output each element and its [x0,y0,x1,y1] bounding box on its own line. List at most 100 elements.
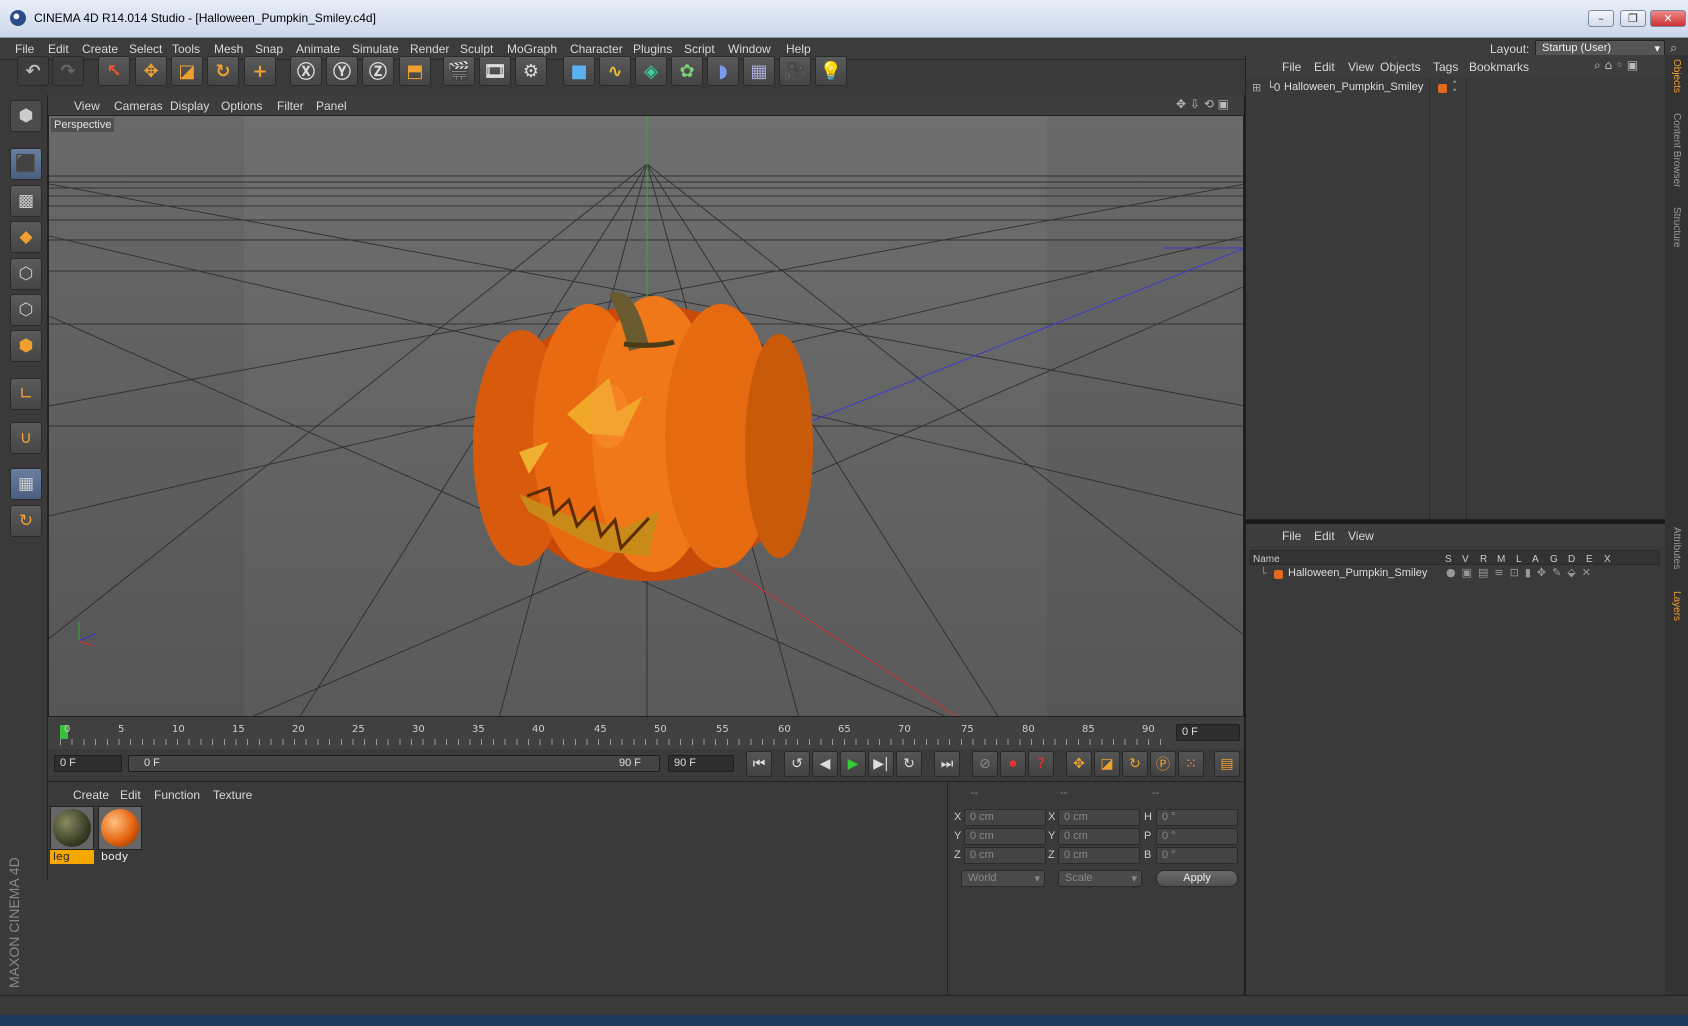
layer-menu-edit[interactable]: Edit [1314,529,1335,543]
viewport-menu-display[interactable]: Display [170,99,209,113]
layer-flag-icons[interactable]: ●▣▤≡⊡▮✥✎⬙✕ [1446,566,1597,579]
camera-icon[interactable]: 🎥 [779,56,811,86]
z-axis-lock-icon[interactable]: Ⓩ [362,56,394,86]
column-name[interactable]: Name [1253,554,1280,565]
current-frame-field[interactable]: 0 F [1176,724,1240,741]
column-animation[interactable]: A [1532,554,1539,565]
column-expressions[interactable]: E [1586,554,1593,565]
key-position-icon[interactable]: ✥ [1066,751,1092,777]
rotate-tool-icon[interactable]: ↻ [207,56,239,86]
size-y-field[interactable]: 0 cm [1058,828,1140,845]
size-z-field[interactable]: 0 cm [1058,847,1140,864]
expand-icon[interactable]: ⊞ [1252,81,1261,94]
transform-mode-dropdown[interactable]: Scale ▾ [1058,870,1142,887]
viewport-nav-icons[interactable]: ✥ ⇩ ⟲ ▣ [1176,97,1229,111]
object-manager-tools-icon[interactable]: ⌕ ⌂ ◦ ▣ [1594,58,1638,73]
tab-layers[interactable]: Layers [1671,591,1682,621]
play-icon[interactable]: ▶ [840,751,866,777]
column-view[interactable]: V [1462,554,1469,565]
column-generators[interactable]: G [1550,554,1558,565]
viewport-menu-options[interactable]: Options [221,99,262,113]
restore-button[interactable]: ❐ [1620,10,1646,27]
material-menu-function[interactable]: Function [154,788,200,802]
menu-window[interactable]: Window [728,42,771,56]
object-menu-edit[interactable]: Edit [1314,60,1335,74]
key-rotation-icon[interactable]: ↻ [1122,751,1148,777]
menu-render[interactable]: Render [410,42,449,56]
magnet-icon[interactable]: ∪ [10,422,42,454]
coordinate-mode-dropdown[interactable]: World ▾ [961,870,1045,887]
column-solo[interactable]: S [1445,554,1452,565]
menu-character[interactable]: Character [570,42,623,56]
tab-structure[interactable]: Structure [1671,207,1682,248]
live-selection-icon[interactable]: ↖ [98,56,130,86]
model-mode-icon[interactable]: ⬛ [10,148,42,180]
layer-color-swatch[interactable] [1274,570,1283,579]
render-settings-icon[interactable]: ⚙ [515,56,547,86]
menu-help[interactable]: Help [786,42,811,56]
cube-primitive-icon[interactable]: ■ [563,56,595,86]
object-menu-objects[interactable]: Objects [1380,60,1421,74]
workplane-mode-icon[interactable]: ◆ [10,221,42,253]
menu-edit[interactable]: Edit [48,42,69,56]
key-parameter-icon[interactable]: Ⓟ [1150,751,1176,777]
start-frame-field[interactable]: 0 F [54,755,122,772]
menu-mograph[interactable]: MoGraph [507,42,557,56]
light-icon[interactable]: 💡 [815,56,847,86]
texture-mode-icon[interactable]: ▩ [10,185,42,217]
pos-y-field[interactable]: 0 cm [964,828,1046,845]
material-menu-create[interactable]: Create [73,788,109,802]
menu-select[interactable]: Select [129,42,162,56]
menu-tools[interactable]: Tools [172,42,200,56]
make-editable-icon[interactable]: ⬢ [10,100,42,132]
menu-snap[interactable]: Snap [255,42,283,56]
material-menu-edit[interactable]: Edit [120,788,141,802]
search-icon[interactable]: ⌕ [1670,41,1677,56]
floor-scene-icon[interactable]: ▦ [743,56,775,86]
object-menu-view[interactable]: View [1348,60,1374,74]
rot-b-field[interactable]: 0 ° [1156,847,1238,864]
rot-h-field[interactable]: 0 ° [1156,809,1238,826]
size-x-field[interactable]: 0 cm [1058,809,1140,826]
record-active-icon[interactable]: ⊘ [972,751,998,777]
viewport-menu-cameras[interactable]: Cameras [114,99,163,113]
points-mode-icon[interactable]: ⬡ [10,258,42,290]
tab-attributes[interactable]: Attributes [1671,527,1682,569]
autokey-icon[interactable]: ⏺ [1000,751,1026,777]
menu-script[interactable]: Script [684,42,715,56]
column-deformers[interactable]: D [1568,554,1575,565]
pos-x-field[interactable]: 0 cm [964,809,1046,826]
viewport-menu-view[interactable]: View [74,99,100,113]
x-axis-lock-icon[interactable]: Ⓧ [290,56,322,86]
menu-plugins[interactable]: Plugins [633,42,672,56]
add-tool-icon[interactable]: + [244,56,276,86]
menu-create[interactable]: Create [82,42,118,56]
layer-row[interactable]: └ Halloween_Pumpkin_Smiley ●▣▤≡⊡▮✥✎⬙✕ [1250,566,1660,582]
column-xref[interactable]: X [1604,554,1611,565]
render-view-icon[interactable]: 🎬 [443,56,475,86]
column-render[interactable]: R [1480,554,1487,565]
nurbs-icon[interactable]: ◈ [635,56,667,86]
render-picture-viewer-icon[interactable]: 🎞 [479,56,511,86]
layer-menu-file[interactable]: File [1282,529,1301,543]
soft-selection-icon[interactable]: ↻ [10,505,42,537]
column-manager[interactable]: M [1497,554,1505,565]
minimize-button[interactable]: – [1588,10,1614,27]
close-button[interactable]: ✕ [1650,10,1686,27]
column-locked[interactable]: L [1516,554,1522,565]
key-scale-icon[interactable]: ◪ [1094,751,1120,777]
next-frame-icon[interactable]: ▶| [868,751,894,777]
scale-tool-icon[interactable]: ◪ [171,56,203,86]
deformer-icon[interactable]: ◗ [707,56,739,86]
object-row[interactable]: ⊞ └0 Halloween_Pumpkin_Smiley • • [1246,78,1666,98]
spline-icon[interactable]: ∿ [599,56,631,86]
menu-file[interactable]: File [15,42,34,56]
frame-range-slider[interactable]: 0 F 90 F [128,755,660,772]
edges-mode-icon[interactable]: ⬡ [10,294,42,326]
visibility-dots[interactable]: • • [1452,79,1457,96]
apply-button[interactable]: Apply [1156,870,1238,887]
object-menu-bookmarks[interactable]: Bookmarks [1469,60,1529,74]
coordinate-system-icon[interactable]: ⬒ [399,56,431,86]
end-frame-field[interactable]: 90 F [668,755,734,772]
timeline-window-icon[interactable]: ▤ [1214,751,1240,777]
